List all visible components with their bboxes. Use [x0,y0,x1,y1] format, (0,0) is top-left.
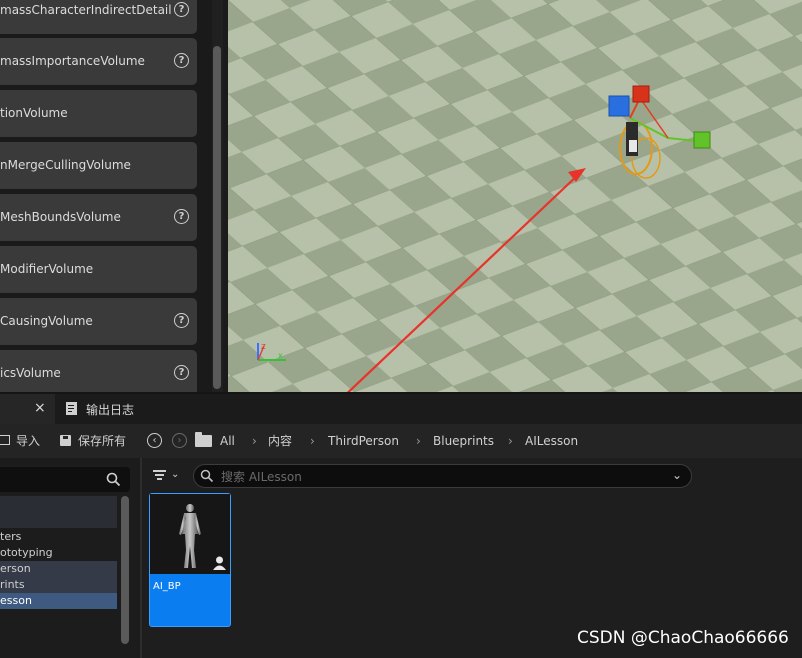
folder-icon[interactable] [195,432,212,447]
search-placeholder: 搜索 AILesson [221,470,302,484]
breadcrumb-separator-icon: › [252,434,257,448]
tree-item-selected[interactable]: esson [0,593,117,609]
breadcrumb-separator-icon: › [416,434,421,448]
bottom-tab-bar: × 输出日志 [0,394,802,424]
asset-name: AI_BP [153,581,181,592]
chevron-down-icon[interactable]: ⌄ [672,468,682,482]
breadcrumb-separator-icon: › [310,434,315,448]
axis-x-label: x [278,351,283,360]
axis-z-label: z [261,342,266,352]
breadcrumb-item[interactable]: All [220,424,235,458]
tab-label: 输出日志 [86,403,135,417]
place-item[interactable]: tionVolume [0,90,197,137]
save-all-label: 保存所有 [78,434,127,448]
forward-icon[interactable]: › [172,433,187,448]
tab-content-browser[interactable]: × [0,394,55,424]
watermark: CSDN @ChaoChao66666 [577,628,789,648]
tab-close-button[interactable]: × [34,400,46,416]
place-item[interactable]: MeshBoundsVolume ? [0,194,197,241]
import-label: 导入 [16,434,41,448]
place-item[interactable]: nMergeCullingVolume [0,142,197,189]
place-panel-scrollbar[interactable] [213,46,221,389]
place-item-label: CausingVolume [0,314,93,328]
search-icon [106,472,121,487]
help-icon[interactable]: ? [174,313,189,328]
back-icon[interactable]: ‹ [147,433,162,448]
chevron-down-icon: ⌄ [171,469,180,480]
asset-search-input[interactable]: 搜索 AILesson ⌄ [193,464,692,488]
tree-search-input[interactable] [0,467,130,492]
place-item[interactable]: massCharacterIndirectDetail ? [0,0,197,34]
help-icon[interactable]: ? [174,53,189,68]
breadcrumb-item[interactable]: 内容 [268,424,292,458]
save-icon [60,435,71,446]
tree-item[interactable]: ototyping [0,545,117,561]
help-icon[interactable]: ? [174,365,189,380]
place-item[interactable]: massImportanceVolume ? [0,38,197,85]
breadcrumb-item[interactable]: AILesson [525,424,578,458]
tree-item[interactable]: erson [0,561,117,577]
asset-thumbnail[interactable] [150,494,230,574]
level-viewport[interactable]: z x [228,0,802,392]
tab-output-log[interactable]: 输出日志 [56,394,156,424]
help-icon[interactable]: ? [174,209,189,224]
place-item[interactable]: icsVolume ? [0,350,197,392]
viewport-scene: z x [228,0,802,392]
floor-grid [228,0,802,392]
content-browser-toolbar: 导入 保存所有 ‹ › All › 内容 › ThirdPerson › Blu… [0,424,802,458]
tree-item[interactable] [0,496,117,528]
place-item-label: massImportanceVolume [0,54,145,68]
tree-scrollbar[interactable] [121,496,129,644]
place-item-label: MeshBoundsVolume [0,210,121,224]
search-icon [200,469,214,483]
filter-button[interactable]: ⌄ [153,468,183,484]
help-icon[interactable]: ? [174,2,189,17]
breadcrumb-separator-icon: › [508,434,513,448]
place-actors-panel: massCharacterIndirectDetail ? massImport… [0,0,213,392]
place-item[interactable]: ModifierVolume [0,246,197,293]
tree-item[interactable]: rints [0,577,117,593]
place-item-label: tionVolume [0,106,68,120]
place-item[interactable]: CausingVolume ? [0,298,197,345]
character-blueprint-icon [212,555,227,570]
output-log-icon [66,402,77,415]
breadcrumb-item[interactable]: ThirdPerson [328,424,399,458]
place-item-label: nMergeCullingVolume [0,158,131,172]
place-item-label: massCharacterIndirectDetail [0,3,172,17]
place-item-label: icsVolume [0,366,61,380]
import-icon [0,435,10,445]
breadcrumb-item[interactable]: Blueprints [433,424,494,458]
place-item-label: ModifierVolume [0,262,94,276]
tree-item[interactable]: ters [0,529,117,545]
filter-icon [153,470,166,472]
